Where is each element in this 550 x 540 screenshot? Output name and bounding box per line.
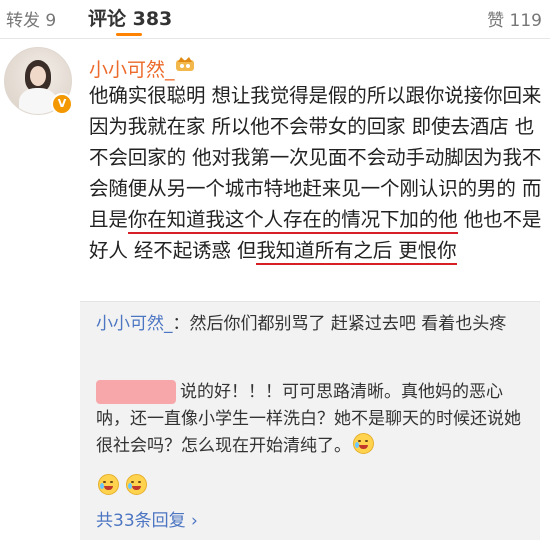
crying-laugh-emoji-icon [126, 474, 148, 495]
tab-comments[interactable]: 评论 383 [88, 4, 172, 31]
comment-highlighted-text: 我知道所有之后 更恨你 [256, 239, 457, 265]
active-tab-indicator [116, 33, 142, 36]
reply-item: 说的好！！！可可思路清晰。真他妈的恶心呐，还一直像小学生一样洗白？她不是聊天的时… [96, 379, 536, 460]
reply-item: 小小可然_：然后你们都别骂了 赶紧过去吧 看着也头疼 [96, 311, 536, 337]
comment-tabs: 转发 9 评论 383 赞 119 [0, 0, 550, 39]
crying-laugh-emoji-icon [353, 433, 374, 454]
comment-username[interactable]: 小小可然_ [89, 55, 175, 82]
comment-body: 他确实很聪明 想让我觉得是假的所以跟你说接你回来 因为我就在家 所以他不会带女的… [89, 80, 544, 266]
crying-laugh-emoji-icon [98, 474, 119, 495]
reply-text: 说的好！！！可可思路清晰。真他妈的恶心呐，还一直像小学生一样洗白？她不是聊天的时… [96, 382, 521, 456]
emoji-row [96, 474, 148, 496]
comment-highlighted-text: 你在知道我这个人存在的情况下加的他 [127, 208, 458, 234]
tab-likes[interactable]: 赞 119 [487, 6, 542, 31]
view-all-replies-link[interactable]: 共33条回复 › [96, 506, 198, 531]
tab-forwards[interactable]: 转发 9 [6, 6, 56, 31]
verified-badge-icon: V [51, 93, 73, 115]
vip-crown-icon [176, 57, 194, 71]
reply-text: ：然后你们都别骂了 赶紧过去吧 看着也头疼 [172, 314, 507, 334]
reply-username[interactable]: 小小可然_ [96, 314, 173, 334]
